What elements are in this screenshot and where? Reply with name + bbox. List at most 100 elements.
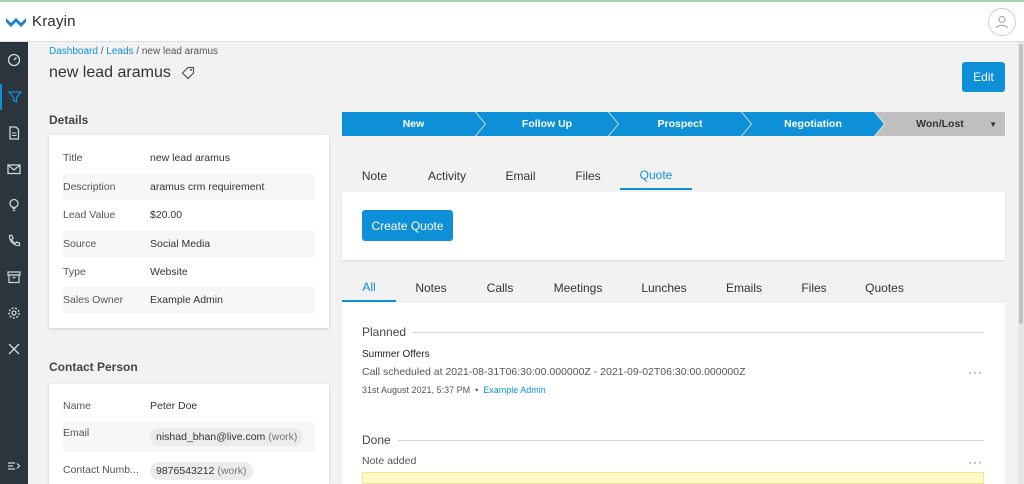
contact-card: Name Peter Doe Email nishad_bhan@live.co… <box>49 384 329 484</box>
contact-label: Name <box>63 400 92 412</box>
sidebar-item-quotes[interactable] <box>0 120 28 146</box>
tools-icon <box>8 343 20 355</box>
tab-quote[interactable]: Quote <box>620 162 692 190</box>
lead-pipeline: New Follow Up Prospect Negotiation Won/L… <box>342 112 1005 136</box>
contact-row-email: Email nishad_bhan@live.com (work) <box>63 422 315 452</box>
phone-chip: 9876543212 (work) <box>150 462 253 480</box>
document-icon <box>9 126 20 140</box>
email-value: nishad_bhan@live.com <box>156 431 266 443</box>
stage-negotiation[interactable]: Negotiation <box>742 112 884 136</box>
user-avatar[interactable] <box>988 8 1016 36</box>
breadcrumb-dashboard-link[interactable]: Dashboard <box>49 46 98 57</box>
lightbulb-icon <box>9 198 19 212</box>
detail-value: Social Media <box>150 238 211 250</box>
settings-icon <box>8 307 20 319</box>
tab-note[interactable]: Note <box>352 162 397 190</box>
detail-label: Title <box>63 152 83 164</box>
breadcrumb-leads-link[interactable]: Leads <box>106 46 133 57</box>
scrollbar-thumb[interactable] <box>1019 44 1023 324</box>
detail-label: Description <box>63 181 116 193</box>
contact-name-link[interactable]: Peter Doe <box>150 400 197 412</box>
email-chip: nishad_bhan@live.com (work) <box>150 428 304 446</box>
sidebar-item-settings[interactable] <box>0 300 28 326</box>
tab-email[interactable]: Email <box>498 162 543 190</box>
tab-activity[interactable]: Activity <box>420 162 474 190</box>
activity-title: Summer Offers <box>362 349 430 360</box>
contact-row-number: Contact Numb... 9876543212 (work) <box>63 458 315 484</box>
stage-label: New <box>402 118 425 130</box>
stage-prospect[interactable]: Prospect <box>609 112 751 136</box>
phone-type: (work) <box>217 465 247 477</box>
detail-value: Website <box>150 266 188 278</box>
app-name: Krayin <box>32 13 76 30</box>
sidebar-item-configuration[interactable] <box>0 336 28 362</box>
edit-button[interactable]: Edit <box>962 62 1005 92</box>
sidebar-item-dashboard[interactable] <box>0 47 28 73</box>
breadcrumb-current: new lead aramus <box>141 46 219 57</box>
tab-meetings[interactable]: Meetings <box>547 274 609 302</box>
tab-emails[interactable]: Emails <box>722 274 766 302</box>
dashboard-icon <box>7 53 21 67</box>
activity-date: 31st August 2021, 5:37 PM <box>362 385 471 395</box>
sidebar-item-mail[interactable] <box>0 156 28 182</box>
sidebar <box>0 42 28 484</box>
phone-value: 9876543212 <box>156 465 215 477</box>
details-card: Title new lead aramus Description aramus… <box>49 135 329 328</box>
tab-lunches[interactable]: Lunches <box>636 274 692 302</box>
done-heading: Done <box>362 433 391 447</box>
stage-won-lost[interactable]: Won/Lost ▼ <box>875 112 1005 136</box>
create-quote-button[interactable]: Create Quote <box>362 210 453 241</box>
app-logo[interactable]: Krayin <box>6 13 76 30</box>
sidebar-item-activities[interactable] <box>0 192 28 218</box>
stage-new[interactable]: New <box>342 112 485 136</box>
sidebar-collapse-toggle[interactable] <box>0 453 28 479</box>
more-options-icon[interactable]: ··· <box>968 455 983 469</box>
sidebar-item-products[interactable] <box>0 264 28 290</box>
caret-down-icon: ▼ <box>989 119 997 129</box>
detail-value: Example Admin <box>150 294 223 306</box>
divider <box>398 440 984 441</box>
contact-label: Email <box>63 427 90 439</box>
activity-description: Call scheduled at 2021-08-31T06:30:00.00… <box>362 366 746 378</box>
tab-calls[interactable]: Calls <box>480 274 520 302</box>
sidebar-item-leads[interactable] <box>0 84 28 110</box>
activity-user-link[interactable]: Example Admin <box>483 385 546 395</box>
krayin-logo-icon <box>6 17 26 27</box>
mail-icon <box>7 164 21 175</box>
detail-row-source: Source Social Media <box>63 231 315 257</box>
breadcrumb: Dashboard / Leads / new lead aramus <box>49 46 218 57</box>
phone-icon <box>8 234 21 247</box>
tab-all[interactable]: All <box>342 274 396 302</box>
tab-notes[interactable]: Notes <box>410 274 452 302</box>
contact-row-name: Name Peter Doe <box>63 393 315 419</box>
stage-label: Prospect <box>657 118 703 130</box>
divider <box>412 332 984 333</box>
detail-value: $20.00 <box>150 209 183 221</box>
page-title-row: new lead aramus <box>49 64 195 82</box>
details-heading: Details <box>49 113 89 127</box>
tab-quotes[interactable]: Quotes <box>861 274 908 302</box>
tag-icon[interactable] <box>181 66 195 80</box>
detail-value: aramus crm requirement <box>150 181 265 193</box>
detail-label: Type <box>63 266 86 278</box>
tab-files[interactable]: Files <box>797 274 831 302</box>
collapse-icon <box>8 462 21 470</box>
page-title: new lead aramus <box>49 64 171 81</box>
contact-label: Contact Numb... <box>63 464 139 476</box>
note-content <box>362 472 984 484</box>
page-scrollbar[interactable] <box>1018 42 1024 484</box>
activity-tabs: All Notes Calls Meetings Lunches Emails … <box>342 274 1005 304</box>
sidebar-item-contacts[interactable] <box>0 228 28 254</box>
top-bar: Krayin <box>0 0 1024 42</box>
activity-meta: 31st August 2021, 5:37 PM • Example Admi… <box>362 385 546 395</box>
more-options-icon[interactable]: ··· <box>968 365 983 379</box>
stage-label: Won/Lost <box>916 118 964 130</box>
tab-files[interactable]: Files <box>567 162 609 190</box>
detail-label: Sales Owner <box>63 294 124 306</box>
filter-icon <box>8 91 22 104</box>
stage-label: Follow Up <box>521 118 573 130</box>
contact-person-heading: Contact Person <box>49 360 138 374</box>
stage-follow-up[interactable]: Follow Up <box>476 112 618 136</box>
detail-row-type: Type Website <box>63 259 315 285</box>
breadcrumb-separator: / <box>133 46 142 57</box>
